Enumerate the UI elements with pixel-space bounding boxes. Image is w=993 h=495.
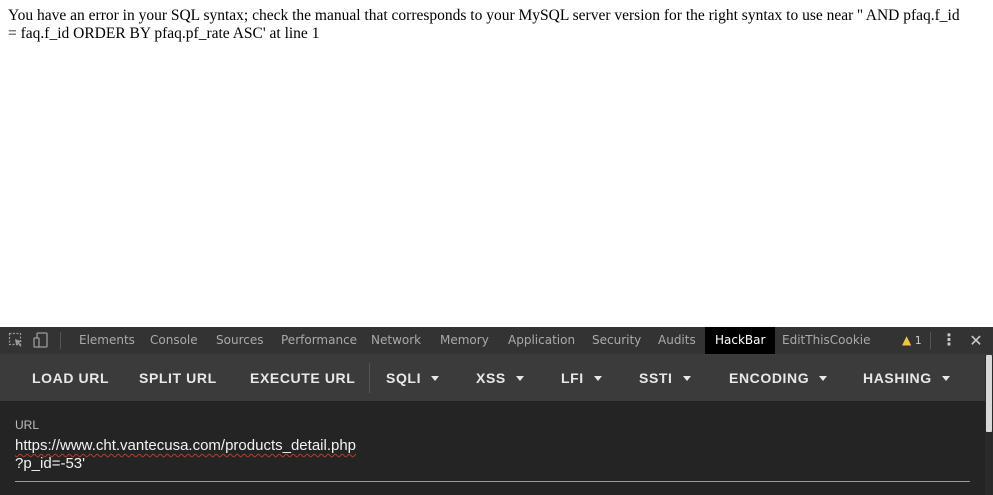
tabbar-divider-right <box>930 332 931 349</box>
hashing-dropdown[interactable]: HASHING <box>863 355 950 401</box>
warning-counter[interactable]: ▲ 1 <box>902 327 922 354</box>
caret-down-icon <box>819 375 828 381</box>
tab-application[interactable]: Application <box>508 327 575 354</box>
warning-icon: ▲ <box>902 333 912 347</box>
close-icon[interactable]: ✕ <box>967 327 985 354</box>
more-vertical-icon[interactable]: ⋮ <box>941 327 957 354</box>
split-url-button[interactable]: SPLIT URL <box>139 355 217 401</box>
caret-down-icon <box>515 375 524 381</box>
tab-console[interactable]: Console <box>150 327 198 354</box>
url-textarea[interactable]: https://www.cht.vantecusa.com/products_d… <box>15 437 965 473</box>
tab-hackbar[interactable]: HackBar <box>705 327 776 354</box>
url-section: URL https://www.cht.vantecusa.com/produc… <box>0 401 985 495</box>
caret-down-icon <box>593 375 602 381</box>
url-text-line-1: https://www.cht.vantecusa.com/products_d… <box>15 437 357 454</box>
tab-editthiscookie[interactable]: EditThisCookie <box>782 327 871 354</box>
hackbar-toolbar: LOAD URL SPLIT URL EXECUTE URL SQLI XSS … <box>0 355 985 401</box>
lfi-dropdown[interactable]: LFI <box>561 355 602 401</box>
inspect-element-icon[interactable] <box>8 332 24 348</box>
warning-count: 1 <box>914 334 922 347</box>
tab-security[interactable]: Security <box>592 327 641 354</box>
sqli-dropdown[interactable]: SQLI <box>386 355 440 401</box>
tab-memory[interactable]: Memory <box>440 327 489 354</box>
devtools-panel: Elements Console Sources Performance Net… <box>0 327 993 495</box>
tab-network[interactable]: Network <box>371 327 421 354</box>
caret-down-icon <box>431 375 440 381</box>
caret-down-icon <box>941 375 950 381</box>
tab-performance[interactable]: Performance <box>281 327 357 354</box>
sql-error-message: You have an error in your SQL syntax; ch… <box>8 7 960 42</box>
browser-viewport: You have an error in your SQL syntax; ch… <box>0 0 993 495</box>
url-field-underline <box>15 481 970 482</box>
tab-elements[interactable]: Elements <box>79 327 135 354</box>
tabbar-divider <box>60 332 61 349</box>
tab-sources[interactable]: Sources <box>216 327 263 354</box>
ssti-dropdown[interactable]: SSTI <box>639 355 691 401</box>
xss-dropdown[interactable]: XSS <box>476 355 524 401</box>
devtools-tabbar: Elements Console Sources Performance Net… <box>0 327 993 355</box>
scrollbar-thumb[interactable] <box>986 355 992 432</box>
load-url-button[interactable]: LOAD URL <box>32 355 109 401</box>
url-text-line-2: ?p_id=-53' <box>15 455 86 472</box>
caret-down-icon <box>682 375 691 381</box>
execute-url-button[interactable]: EXECUTE URL <box>250 355 355 401</box>
tab-audits[interactable]: Audits <box>658 327 696 354</box>
toolbar-divider <box>369 363 370 393</box>
device-toolbar-icon[interactable] <box>33 332 49 348</box>
panel-scrollbar[interactable] <box>985 355 993 495</box>
encoding-dropdown[interactable]: ENCODING <box>729 355 828 401</box>
url-label: URL <box>15 418 40 432</box>
